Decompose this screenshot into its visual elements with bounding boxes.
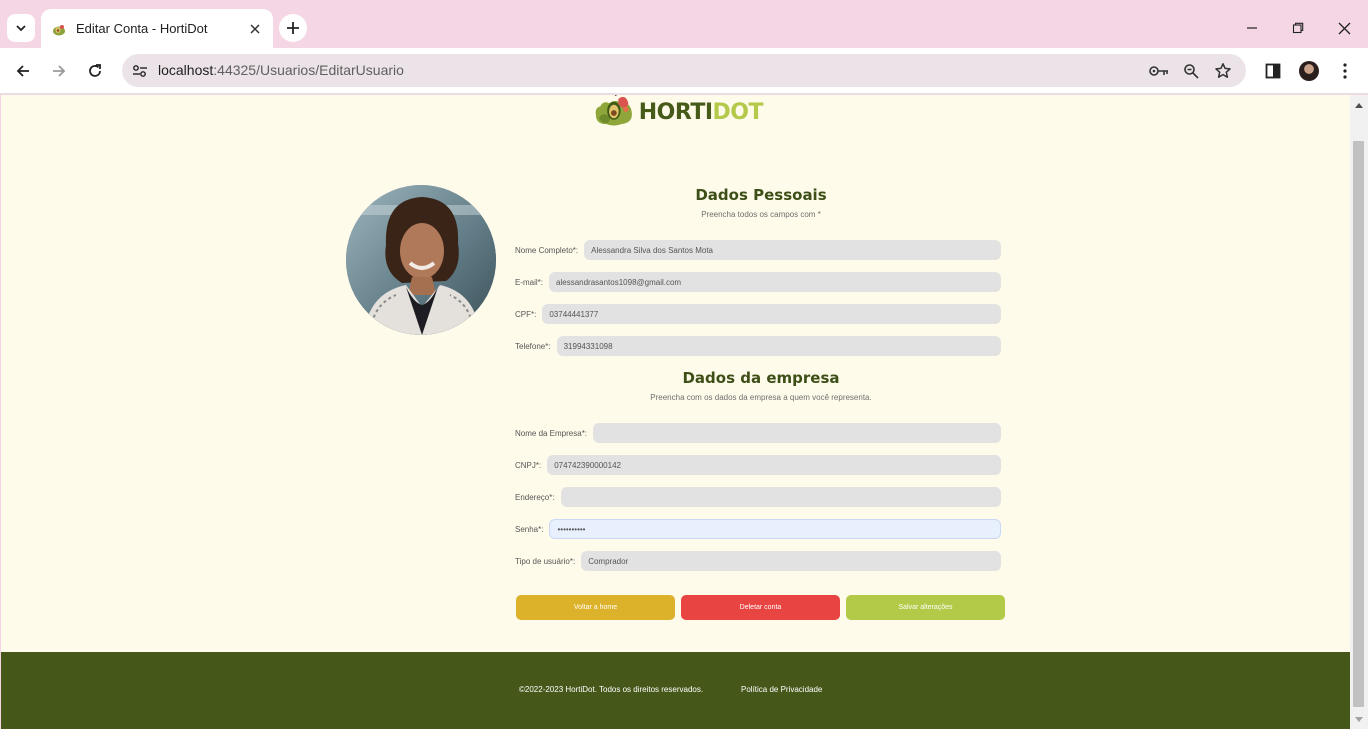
- cpf-row: CPF*: 03744441377: [515, 304, 1001, 324]
- new-tab-button[interactable]: [279, 14, 307, 42]
- url-text[interactable]: localhost:44325/Usuarios/EditarUsuario: [158, 62, 404, 78]
- page-footer: ©2022-2023 HortiDot. Todos os direitos r…: [1, 652, 1350, 729]
- company-section-subtitle: Preencha com os dados da empresa a quem …: [650, 393, 872, 402]
- page-viewport: HORTIDOT Dados Pessoais Preencha todos o…: [1, 95, 1350, 729]
- address-input[interactable]: [560, 487, 1001, 507]
- profile-photo[interactable]: [346, 185, 496, 335]
- close-tab-icon[interactable]: [247, 21, 263, 37]
- page-scrollbar[interactable]: [1350, 95, 1368, 729]
- logo-text-dot: DOT: [712, 99, 764, 125]
- url-host: localhost: [158, 62, 214, 78]
- user-type-label: Tipo de usuário*:: [515, 556, 576, 566]
- reload-icon: [89, 64, 101, 77]
- footer-copyright: ©2022-2023 HortiDot. Todos os direitos r…: [519, 685, 704, 694]
- full-name-input[interactable]: Alessandra Silva dos Santos Mota: [584, 240, 1001, 260]
- minimize-icon: [1247, 27, 1257, 29]
- url-path: :44325/Usuarios/EditarUsuario: [213, 62, 404, 78]
- hortidot-favicon-icon: [53, 24, 65, 35]
- back-button[interactable]: [9, 57, 37, 85]
- email-label: E-mail*:: [515, 277, 544, 287]
- side-panel-button[interactable]: [1261, 59, 1285, 83]
- bookmark-star-icon[interactable]: [1212, 60, 1234, 82]
- delete-account-button[interactable]: Deletar conta: [681, 595, 840, 620]
- personal-section-title: Dados Pessoais: [695, 186, 827, 204]
- full-name-row: Nome Completo*: Alessandra Silva dos San…: [515, 240, 1001, 260]
- arrow-right-icon: [53, 65, 66, 77]
- minimize-button[interactable]: [1238, 14, 1266, 42]
- side-panel-icon: [1265, 63, 1281, 79]
- back-to-home-button[interactable]: Voltar a home: [516, 595, 675, 620]
- personal-section-subtitle: Preencha todos os campos com *: [701, 210, 821, 219]
- password-input[interactable]: ••••••••••: [549, 519, 1001, 539]
- address-label: Endereço*:: [515, 492, 555, 502]
- scrollbar-thumb[interactable]: [1353, 141, 1364, 707]
- site-info-icon[interactable]: [130, 61, 150, 81]
- password-label: Senha*:: [515, 524, 544, 534]
- tab-title: Editar Conta - HortiDot: [76, 21, 208, 36]
- email-input[interactable]: alessandrasantos1098@gmail.com: [549, 272, 1001, 292]
- privacy-policy-link[interactable]: Política de Privacidade: [741, 685, 822, 694]
- cpf-label: CPF*:: [515, 309, 537, 319]
- plus-icon: [287, 22, 299, 34]
- company-section-title: Dados da empresa: [682, 369, 840, 387]
- phone-row: Telefone*: 31994331098: [515, 336, 1001, 356]
- browser-toolbar: localhost:44325/Usuarios/EditarUsuario: [0, 48, 1368, 94]
- cnpj-input[interactable]: 074742390000142: [547, 455, 1001, 475]
- avocado-logo-icon: [595, 95, 632, 126]
- cpf-input[interactable]: 03744441377: [542, 304, 1001, 324]
- profile-button[interactable]: [1297, 59, 1321, 83]
- scroll-down-icon[interactable]: [1354, 715, 1364, 725]
- arrow-left-icon: [16, 65, 29, 77]
- company-name-row: Nome da Empresa*:: [515, 423, 1001, 443]
- more-vertical-icon: [1343, 63, 1347, 79]
- restore-button[interactable]: [1284, 14, 1312, 42]
- address-row: Endereço*:: [515, 487, 1001, 507]
- logo-text-horti: HORTI: [638, 99, 713, 125]
- phone-input[interactable]: 31994331098: [556, 336, 1001, 356]
- user-type-select[interactable]: Comprador: [581, 551, 1001, 571]
- email-row: E-mail*: alessandrasantos1098@gmail.com: [515, 272, 1001, 292]
- browser-tab[interactable]: Editar Conta - HortiDot: [41, 9, 273, 48]
- logo-text: HORTIDOT: [638, 99, 764, 125]
- save-changes-button[interactable]: Salvar alterações: [846, 595, 1005, 620]
- chevron-down-icon: [16, 25, 26, 32]
- close-window-button[interactable]: [1330, 14, 1358, 42]
- company-name-label: Nome da Empresa*:: [515, 428, 588, 438]
- address-bar[interactable]: localhost:44325/Usuarios/EditarUsuario: [122, 54, 1246, 87]
- cnpj-label: CNPJ*:: [515, 460, 542, 470]
- company-name-input[interactable]: [593, 423, 1001, 443]
- phone-label: Telefone*:: [515, 341, 551, 351]
- password-key-icon[interactable]: [1148, 60, 1170, 82]
- restore-icon: [1292, 22, 1304, 34]
- avatar: [1299, 61, 1319, 81]
- hortidot-logo[interactable]: HORTIDOT: [593, 95, 764, 133]
- tab-strip: Editar Conta - HortiDot: [0, 0, 1368, 48]
- cnpj-row: CNPJ*: 074742390000142: [515, 455, 1001, 475]
- password-row: Senha*: ••••••••••: [515, 519, 1001, 539]
- full-name-label: Nome Completo*:: [515, 245, 579, 255]
- user-type-row: Tipo de usuário*: Comprador: [515, 551, 1001, 571]
- zoom-icon[interactable]: [1180, 60, 1202, 82]
- scroll-up-icon[interactable]: [1354, 100, 1364, 110]
- tab-search-button[interactable]: [7, 14, 35, 42]
- browser-menu-button[interactable]: [1333, 59, 1357, 83]
- profile-photo-image: [346, 185, 496, 335]
- reload-button[interactable]: [81, 57, 109, 85]
- forward-button[interactable]: [45, 57, 73, 85]
- close-icon: [1338, 22, 1350, 34]
